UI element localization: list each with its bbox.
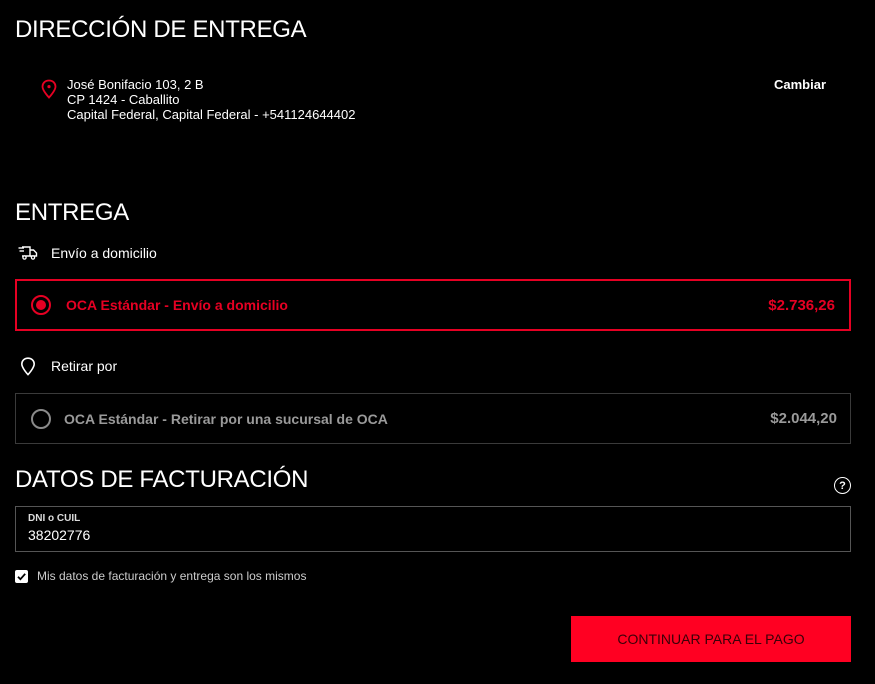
home-delivery-label: Envío a domicilio (51, 245, 157, 261)
shipping-option-home[interactable]: OCA Estándar - Envío a domicilio $2.736,… (15, 279, 851, 331)
billing-section-title: DATOS DE FACTURACIÓN (15, 466, 309, 493)
same-data-checkbox-row[interactable]: Mis datos de facturación y entrega son l… (15, 569, 306, 583)
address-line-region-phone: Capital Federal, Capital Federal - +5411… (67, 107, 356, 122)
shipping-option-home-radio[interactable] (31, 295, 51, 315)
same-data-checkbox[interactable] (15, 569, 28, 583)
home-delivery-method: Envío a domicilio (18, 244, 157, 262)
address-line-city: CP 1424 - Caballito (67, 92, 180, 107)
shipping-option-pickup[interactable]: OCA Estándar - Retirar por una sucursal … (15, 393, 851, 444)
location-icon (18, 356, 38, 376)
dni-cuil-input[interactable] (28, 527, 828, 543)
address-line-street: José Bonifacio 103, 2 B (67, 77, 204, 92)
shipping-option-pickup-label: OCA Estándar - Retirar por una sucursal … (64, 410, 388, 427)
shipping-option-pickup-radio[interactable] (31, 408, 51, 429)
address-section-title: DIRECCIÓN DE ENTREGA (15, 16, 307, 43)
truck-icon (18, 244, 38, 262)
change-address-link[interactable]: Cambiar (774, 77, 826, 92)
pickup-method: Retirar por (18, 356, 118, 376)
same-data-checkbox-label: Mis datos de facturación y entrega son l… (37, 569, 307, 583)
dni-cuil-field[interactable]: DNI o CUIL (15, 506, 851, 552)
delivery-section-title: ENTREGA (15, 199, 129, 226)
checkmark-icon (17, 572, 26, 581)
shipping-option-home-label: OCA Estándar - Envío a domicilio (66, 297, 288, 313)
pickup-label: Retirar por (51, 358, 118, 374)
dni-cuil-label: DNI o CUIL (28, 513, 81, 524)
map-pin-icon (40, 79, 58, 99)
shipping-option-pickup-price: $2.044,20 (770, 410, 837, 427)
shipping-option-home-price: $2.736,26 (768, 296, 835, 314)
continue-to-payment-button[interactable]: CONTINUAR PARA EL PAGO (571, 616, 851, 662)
question-circle-icon[interactable]: ? (834, 477, 851, 494)
delivery-address: José Bonifacio 103, 2 B CP 1424 - Caball… (67, 77, 355, 122)
